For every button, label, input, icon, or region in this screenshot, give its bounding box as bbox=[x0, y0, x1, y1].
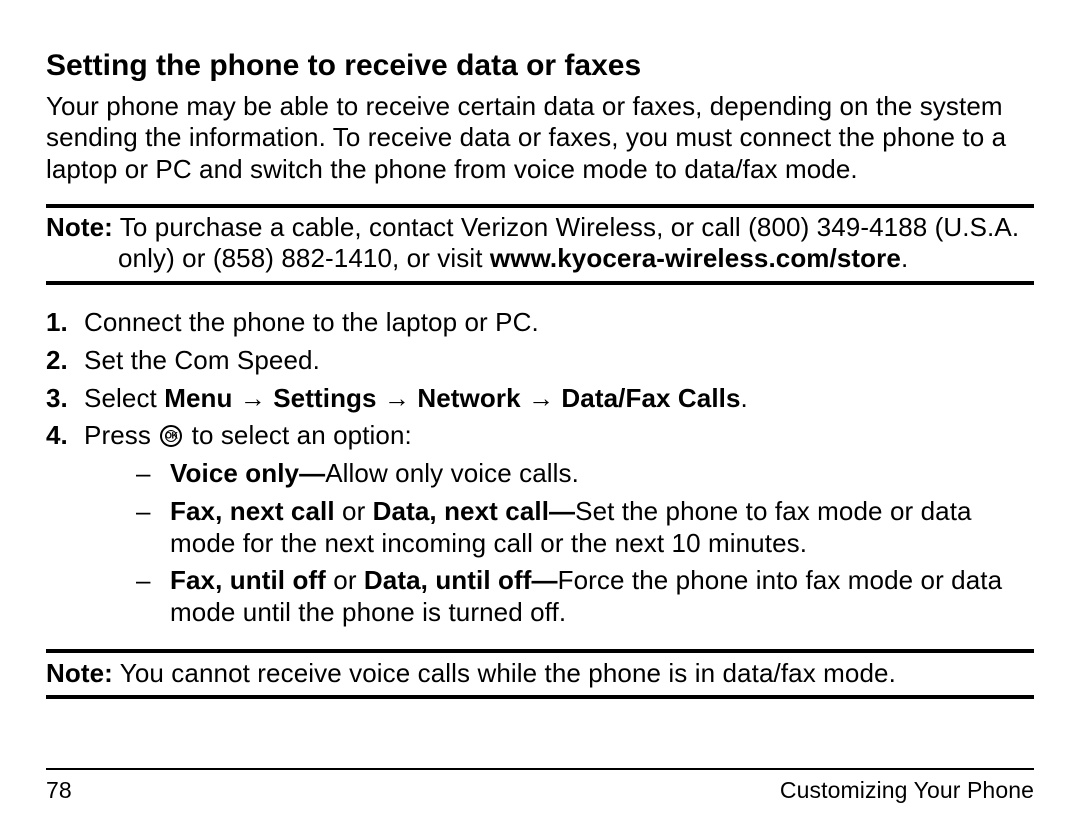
step-number: 3. bbox=[46, 383, 84, 415]
note-label: Note: bbox=[46, 212, 113, 242]
section-title: Customizing Your Phone bbox=[780, 776, 1034, 804]
intro-paragraph: Your phone may be able to receive certai… bbox=[46, 91, 1034, 186]
step-number: 2. bbox=[46, 345, 84, 377]
option-item: Fax, until off or Data, until off—Force … bbox=[170, 565, 1034, 628]
step-text: Press OK to select an option: – Voice on… bbox=[84, 420, 1034, 634]
option-item: Fax, next call or Data, next call—Set th… bbox=[170, 496, 1034, 559]
step-text: Set the Com Speed. bbox=[84, 345, 1034, 377]
note-block-1: Note: To purchase a cable, contact Veriz… bbox=[46, 204, 1034, 285]
step-number: 4. bbox=[46, 420, 84, 452]
note-block-2: Note: You cannot receive voice calls whi… bbox=[46, 649, 1034, 700]
step-number: 1. bbox=[46, 307, 84, 339]
steps-list: 1. Connect the phone to the laptop or PC… bbox=[46, 307, 1034, 634]
page-number: 78 bbox=[46, 776, 72, 804]
section-heading: Setting the phone to receive data or fax… bbox=[46, 48, 1034, 85]
note-url: www.kyocera-wireless.com/store bbox=[490, 243, 901, 273]
step-text: Select Menu → Settings → Network → Data/… bbox=[84, 383, 1034, 415]
options-list: – Voice only—Allow only voice calls. – F… bbox=[84, 458, 1034, 629]
step-text: Connect the phone to the laptop or PC. bbox=[84, 307, 1034, 339]
page-footer: 78 Customizing Your Phone bbox=[46, 768, 1034, 804]
ok-button-icon: OK bbox=[160, 425, 182, 447]
note-label: Note: bbox=[46, 658, 113, 688]
option-item: Voice only—Allow only voice calls. bbox=[170, 458, 1034, 490]
dash-bullet: – bbox=[136, 496, 170, 559]
note-text: You cannot receive voice calls while the… bbox=[113, 658, 896, 688]
dash-bullet: – bbox=[136, 565, 170, 628]
dash-bullet: – bbox=[136, 458, 170, 490]
